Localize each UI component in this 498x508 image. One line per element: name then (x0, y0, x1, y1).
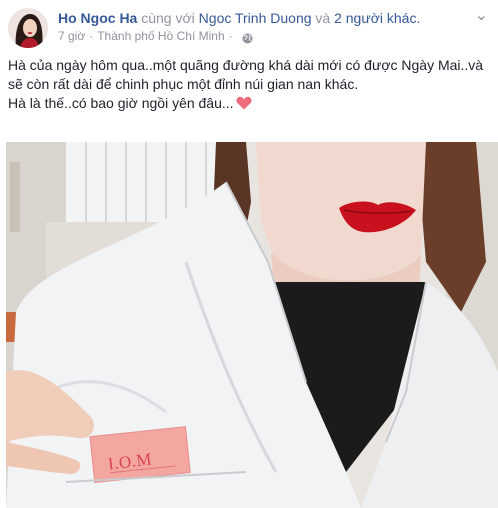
post-meta: Ho Ngoc Ha cùng với Ngoc Trinh Duong và … (58, 9, 420, 45)
globe-icon[interactable] (242, 31, 253, 43)
post-subline: 7 giờ · Thành phố Hồ Chí Minh · (58, 27, 420, 45)
post-location[interactable]: Thành phố Hồ Chí Minh (97, 27, 224, 45)
and-text: và (315, 10, 331, 26)
post-options-chevron-icon[interactable]: ⌄ (475, 8, 488, 24)
others-link[interactable]: 2 người khác. (334, 10, 420, 26)
with-text: cùng với (141, 10, 195, 26)
post-photo[interactable] (6, 142, 498, 508)
post-time[interactable]: 7 giờ (58, 27, 85, 45)
separator-dot: · (89, 29, 94, 43)
caption-line-1: Hà của ngày hôm qua..một quãng đường khá… (8, 57, 484, 73)
author-avatar[interactable] (8, 8, 48, 48)
photo-illustration (6, 142, 498, 508)
heart-icon (236, 96, 252, 115)
separator-dot: · (228, 29, 233, 43)
caption-line-3: Hà là thế..có bao giờ ngồi yên đâu... (8, 95, 234, 111)
author-name[interactable]: Ho Ngoc Ha (58, 10, 137, 26)
avatar-image (8, 8, 48, 48)
caption-line-2: sẽ còn rất dài để chinh phục một đỉnh nú… (8, 76, 359, 92)
post-header: Ho Ngoc Ha cùng với Ngoc Trinh Duong và … (8, 8, 420, 48)
post-title-line: Ho Ngoc Ha cùng với Ngoc Trinh Duong và … (58, 9, 420, 27)
post-caption: Hà của ngày hôm qua..một quãng đường khá… (8, 56, 488, 115)
caption-line-3-wrap: Hà là thế..có bao giờ ngồi yên đâu... (8, 94, 488, 115)
facebook-post: Ho Ngoc Ha cùng với Ngoc Trinh Duong và … (0, 0, 498, 508)
tagged-friend[interactable]: Ngoc Trinh Duong (199, 10, 312, 26)
